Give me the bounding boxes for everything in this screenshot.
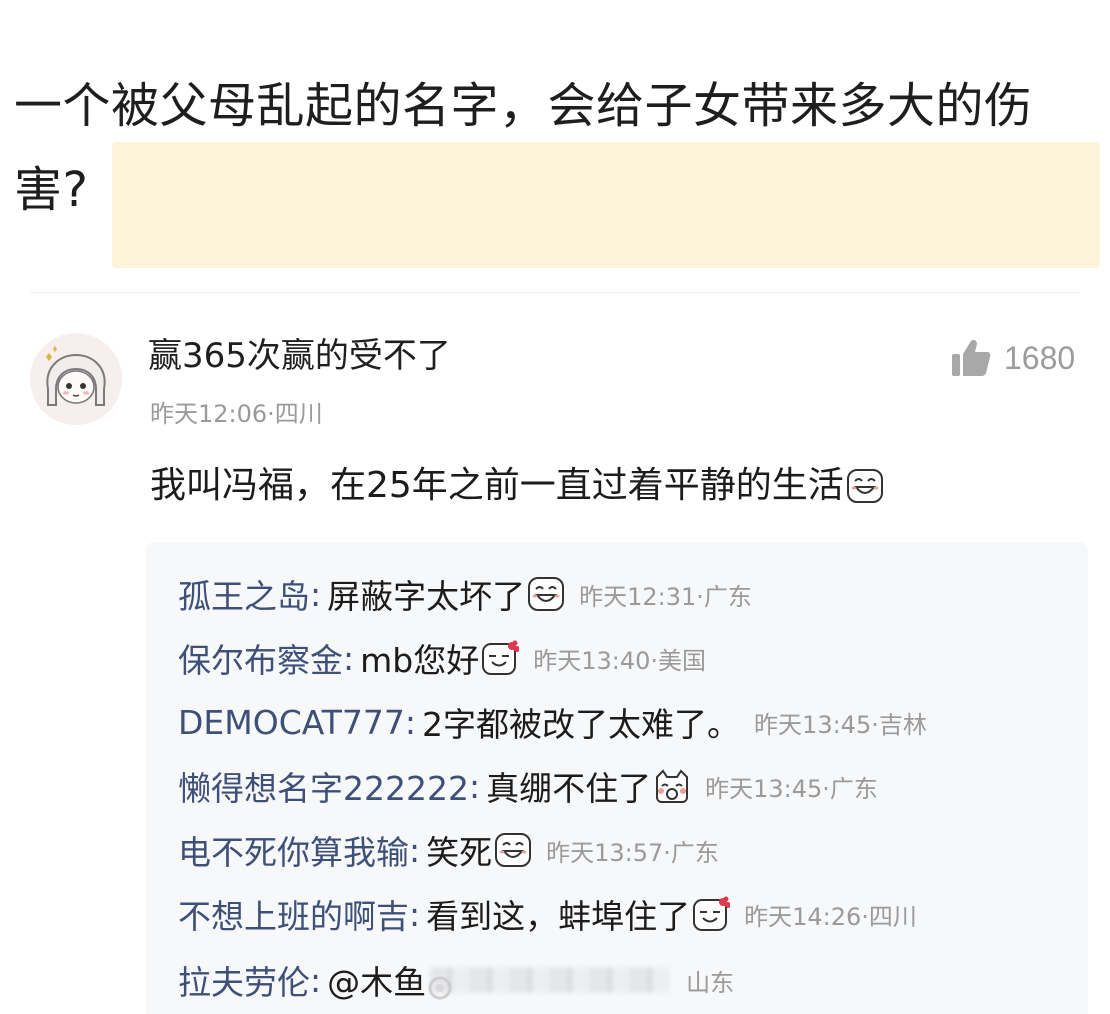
watermark-icon [428, 976, 452, 1000]
reply-item[interactable]: 孤王之岛 : 屏蔽字太坏了 昨天12:31·广东 [178, 566, 752, 622]
reply-text: 2字都被改了太难了。 [422, 705, 741, 744]
reply-username[interactable]: 拉夫劳伦 [178, 956, 310, 1004]
reply-username[interactable]: 懒得想名字222222 [178, 762, 469, 810]
reply-meta: 昨天14:26·四川 [744, 902, 917, 931]
reply-item[interactable]: 保尔布察金 : mb您好 昨天13:40·美国 [178, 630, 706, 686]
avatar-cartoon-icon [30, 333, 122, 425]
blurred-content [430, 967, 671, 993]
answer-username[interactable]: 赢365次赢的受不了 [148, 330, 451, 382]
reply-colon: : [343, 638, 355, 678]
reply-item[interactable]: 不想上班的啊吉 : 看到这，蚌埠住了 昨天14:26·四川 [178, 886, 917, 942]
reply-meta: 昨天13:40·美国 [533, 646, 707, 675]
reply-colon: : [310, 960, 322, 1000]
bow-smile-emoji-icon [693, 896, 731, 931]
avatar[interactable] [30, 333, 122, 425]
reply-meta: 山东 [686, 968, 735, 997]
reply-meta: 昨天13:45·吉林 [754, 710, 927, 739]
reply-username[interactable]: DEMOCAT777 [178, 703, 405, 742]
reply-username[interactable]: 电不死你算我输 [178, 826, 409, 874]
reply-username[interactable]: 孤王之岛 [178, 570, 310, 618]
comment-page: 一个被父母乱起的名字，会给子女带来多大的伤 害? 赢365次赢的受不了 1680… [0, 0, 1110, 1014]
reply-meta: 昨天13:45·广东 [705, 774, 878, 803]
reply-colon: : [468, 766, 481, 806]
reply-text: 屏蔽字太坏了 [327, 577, 526, 616]
like-count: 1680 [1004, 339, 1076, 376]
reply-item[interactable]: DEMOCAT777 : 2字都被改了太难了。 昨天13:45·吉林 [178, 694, 927, 750]
grin-emoji-icon [528, 577, 565, 611]
reply-item[interactable]: 电不死你算我输 : 笑死 昨天13:57·广东 [178, 822, 719, 878]
reply-colon: : [310, 574, 322, 614]
question-title[interactable]: 一个被父母乱起的名字，会给子女带来多大的伤 害? [14, 64, 1094, 232]
reply-text: mb您好 [360, 641, 480, 680]
answer-text-content: 我叫冯福，在25年之前一直过着平静的生活 [150, 465, 844, 506]
reply-colon: : [404, 702, 417, 742]
grin-emoji-icon [495, 833, 532, 867]
thumbs-up-icon [952, 340, 991, 376]
answer-meta: 昨天12:06·四川 [150, 400, 323, 428]
reply-meta: 昨天13:57·广东 [546, 838, 719, 867]
reply-text: 看到这，蚌埠住了 [426, 897, 691, 936]
like-button[interactable]: 1680 [950, 334, 1075, 382]
reply-colon: : [409, 830, 421, 870]
reply-text: 真绷不住了 [486, 769, 652, 808]
reply-meta: 昨天12:31·广东 [579, 582, 752, 611]
divider [30, 292, 1080, 293]
reply-panel: 孤王之岛 : 屏蔽字太坏了 昨天12:31·广东 保尔布察金 : mb您好 昨天… [146, 542, 1088, 1014]
question-title-line-1: 一个被父母乱起的名字，会给子女带来多大的伤 [14, 78, 1033, 134]
reply-colon: : [409, 894, 421, 934]
reply-text: @木鱼 [327, 963, 427, 1002]
bow-smile-emoji-icon [482, 640, 520, 675]
cat-laugh-emoji-icon [656, 769, 689, 803]
grin-emoji-icon [846, 469, 883, 503]
reply-text: 笑死 [426, 833, 493, 872]
reply-username[interactable]: 保尔布察金 [178, 634, 343, 682]
reply-username[interactable]: 不想上班的啊吉 [178, 890, 409, 938]
answer-text[interactable]: 我叫冯福，在25年之前一直过着平静的生活 [150, 458, 884, 514]
reply-item[interactable]: 懒得想名字222222 : 真绷不住了 昨天13:45·广东 [178, 758, 878, 814]
question-title-line-2: 害? [14, 162, 89, 218]
